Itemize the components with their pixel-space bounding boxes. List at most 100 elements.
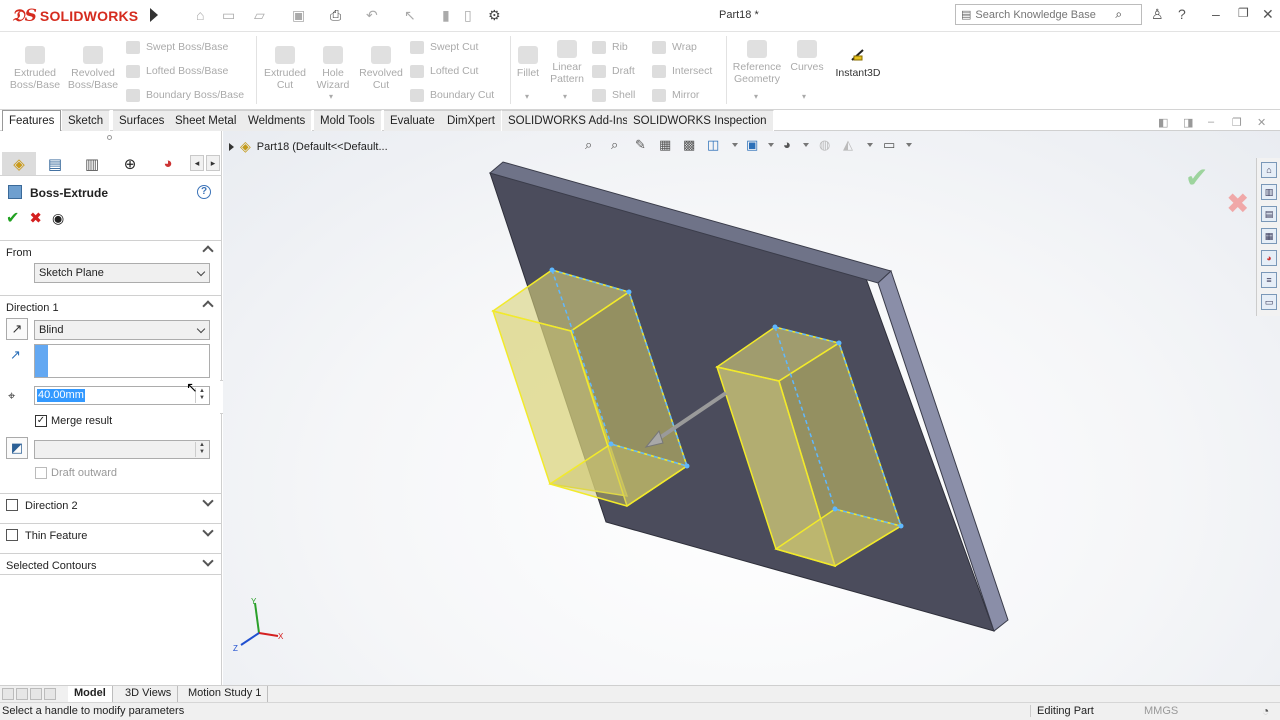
from-section-header[interactable]: From bbox=[0, 240, 222, 262]
direction1-section-header[interactable]: Direction 1 bbox=[0, 295, 222, 317]
tab-surfaces[interactable]: Surfaces bbox=[113, 110, 172, 131]
extruded-boss-button[interactable]: Extruded Boss/Base bbox=[8, 46, 62, 91]
display-style-icon[interactable]: ▣ bbox=[746, 137, 758, 153]
shell-button[interactable]: Shell bbox=[592, 87, 635, 103]
previous-view-icon[interactable]: ✎ bbox=[635, 137, 646, 153]
graphics-area[interactable]: Y X Z ◈ Part18 (Default<<Default... ⌕ ⌕ … bbox=[223, 131, 1280, 685]
revolved-boss-button[interactable]: Revolved Boss/Base bbox=[66, 46, 120, 91]
minimize-icon[interactable]: – bbox=[1212, 6, 1220, 22]
search-input[interactable] bbox=[975, 8, 1116, 21]
rebuild-icon[interactable]: ▮ bbox=[442, 7, 450, 23]
linear-pattern-dropdown-icon[interactable]: ▾ bbox=[563, 92, 567, 101]
previous-tab-icon[interactable] bbox=[16, 688, 28, 700]
boundary-cut-button[interactable]: Boundary Cut bbox=[410, 87, 494, 103]
rebuild-status-icon[interactable]: ◔ bbox=[1262, 704, 1269, 718]
tab-features[interactable]: Features bbox=[2, 110, 62, 132]
tabs-scroll-left-icon[interactable]: ◂ bbox=[190, 155, 204, 171]
tab-solidworks-inspection[interactable]: SOLIDWORKS Inspection bbox=[627, 110, 774, 131]
lofted-cut-button[interactable]: Lofted Cut bbox=[410, 63, 478, 79]
tab-3d-views[interactable]: 3D Views bbox=[119, 686, 179, 702]
apply-scene-icon[interactable]: ◭ bbox=[843, 137, 853, 153]
tab-sketch[interactable]: Sketch bbox=[62, 110, 111, 131]
tab-weldments[interactable]: Weldments bbox=[242, 110, 313, 131]
unit-system-selector[interactable]: MMGS bbox=[1144, 705, 1178, 717]
menu-expand-icon[interactable] bbox=[150, 8, 158, 22]
section-view-icon[interactable]: ▦ bbox=[659, 137, 671, 153]
dynamic-annotation-icon[interactable]: ▩ bbox=[683, 137, 695, 153]
instant3d-button[interactable]: Instant3D bbox=[832, 46, 884, 79]
reference-geometry-button[interactable]: Reference Geometry bbox=[730, 40, 784, 85]
tab-model[interactable]: Model bbox=[68, 686, 113, 702]
hole-wizard-dropdown-icon[interactable]: ▾ bbox=[329, 92, 333, 101]
restore-icon[interactable]: ❐ bbox=[1238, 6, 1249, 20]
search-icon[interactable]: ⌕ bbox=[1115, 7, 1122, 22]
tile-right-icon[interactable]: ◨ bbox=[1183, 116, 1193, 129]
zoom-to-fit-icon[interactable]: ⌕ bbox=[585, 137, 592, 153]
view-settings-dropdown-icon[interactable] bbox=[906, 143, 912, 147]
linear-pattern-button[interactable]: Linear Pattern bbox=[546, 40, 588, 85]
swept-boss-button[interactable]: Swept Boss/Base bbox=[126, 39, 228, 55]
thin-feature-section-header[interactable]: Thin Feature bbox=[0, 523, 222, 545]
reference-geometry-dropdown-icon[interactable]: ▾ bbox=[754, 92, 758, 101]
solidworks-resources-icon[interactable]: ⌂ bbox=[1261, 162, 1277, 178]
lofted-boss-button[interactable]: Lofted Boss/Base bbox=[126, 63, 228, 79]
last-tab-icon[interactable] bbox=[44, 688, 56, 700]
undo-icon[interactable]: ↶ bbox=[366, 7, 378, 23]
feature-manager-tab-icon[interactable]: ◈ bbox=[2, 152, 36, 175]
depth-spinbox[interactable]: 40.00mm ▲ ▼ bbox=[34, 386, 210, 405]
appearances-scenes-icon[interactable]: ◕ bbox=[1261, 250, 1277, 266]
rib-button[interactable]: Rib bbox=[592, 39, 628, 55]
edit-appearance-icon[interactable]: ◍ bbox=[819, 137, 830, 153]
user-icon[interactable]: ♙ bbox=[1151, 6, 1164, 23]
zoom-to-area-icon[interactable]: ⌕ bbox=[611, 137, 618, 153]
search-knowledge-base[interactable]: ▤ ⌕ bbox=[955, 4, 1142, 25]
doc-close-icon[interactable]: ✕ bbox=[1257, 116, 1266, 129]
file-explorer-icon[interactable]: ▤ bbox=[1261, 206, 1277, 222]
home-icon[interactable]: ⌂ bbox=[196, 7, 204, 23]
display-style-dropdown-icon[interactable] bbox=[768, 143, 774, 147]
doc-restore-icon[interactable]: ❐ bbox=[1232, 116, 1242, 129]
thin-feature-checkbox[interactable] bbox=[6, 529, 18, 541]
solidworks-logo[interactable]: 𝔇S SOLIDWORKS bbox=[12, 6, 138, 26]
fillet-button[interactable]: Fillet bbox=[512, 46, 544, 79]
swept-cut-button[interactable]: Swept Cut bbox=[410, 39, 478, 55]
hide-show-dropdown-icon[interactable] bbox=[803, 143, 809, 147]
curves-button[interactable]: Curves bbox=[788, 40, 826, 73]
detailed-preview-eye-icon[interactable]: ◉ bbox=[52, 210, 64, 227]
new-document-icon[interactable]: ▭ bbox=[222, 7, 235, 23]
tab-mold-tools[interactable]: Mold Tools bbox=[314, 110, 382, 131]
apply-scene-dropdown-icon[interactable] bbox=[867, 143, 873, 147]
file-properties-icon[interactable]: ▯ bbox=[464, 7, 472, 23]
direction2-checkbox[interactable] bbox=[6, 499, 18, 511]
print-icon[interactable]: ⎙ bbox=[330, 7, 341, 23]
direction2-section-header[interactable]: Direction 2 bbox=[0, 493, 222, 515]
first-tab-icon[interactable] bbox=[2, 688, 14, 700]
open-icon[interactable]: ▱ bbox=[254, 7, 265, 23]
tab-motion-study-1[interactable]: Motion Study 1 bbox=[182, 686, 269, 702]
draft-button[interactable]: Draft bbox=[592, 63, 635, 79]
selected-contours-section-header[interactable]: Selected Contours bbox=[0, 553, 222, 575]
revolved-cut-button[interactable]: Revolved Cut bbox=[356, 46, 406, 91]
fillet-dropdown-icon[interactable]: ▾ bbox=[525, 92, 529, 101]
hide-show-items-icon[interactable]: ◕ bbox=[783, 137, 791, 152]
confirmation-cancel-icon[interactable]: ✖ bbox=[1226, 187, 1249, 220]
intersect-button[interactable]: Intersect bbox=[652, 63, 712, 79]
view-orientation-icon[interactable]: ◫ bbox=[707, 137, 719, 153]
view-palette-icon[interactable]: ▦ bbox=[1261, 228, 1277, 244]
reverse-direction-icon[interactable]: ↗ bbox=[6, 318, 28, 340]
next-tab-icon[interactable] bbox=[30, 688, 42, 700]
view-settings-icon[interactable]: ▭ bbox=[883, 137, 895, 153]
close-icon[interactable]: ✕ bbox=[1262, 6, 1274, 23]
tab-sheet-metal[interactable]: Sheet Metal bbox=[169, 110, 244, 131]
direction-of-extrusion-selection-box[interactable] bbox=[34, 344, 210, 378]
depth-value[interactable]: 40.00mm bbox=[37, 389, 85, 402]
forum-icon[interactable]: ▭ bbox=[1261, 294, 1277, 310]
end-condition-select[interactable]: Blind bbox=[34, 320, 210, 340]
tab-solidworks-add-ins[interactable]: SOLIDWORKS Add-Ins bbox=[502, 110, 636, 131]
draft-on-off-icon[interactable]: ◩ bbox=[6, 437, 28, 459]
spin-arrows-icon[interactable]: ▲ ▼ bbox=[195, 442, 208, 457]
options-gear-icon[interactable]: ⚙ bbox=[488, 7, 501, 23]
save-icon[interactable]: ▣ bbox=[292, 7, 305, 23]
extruded-cut-button[interactable]: Extruded Cut bbox=[260, 46, 310, 91]
panel-drag-handle[interactable] bbox=[107, 135, 112, 140]
